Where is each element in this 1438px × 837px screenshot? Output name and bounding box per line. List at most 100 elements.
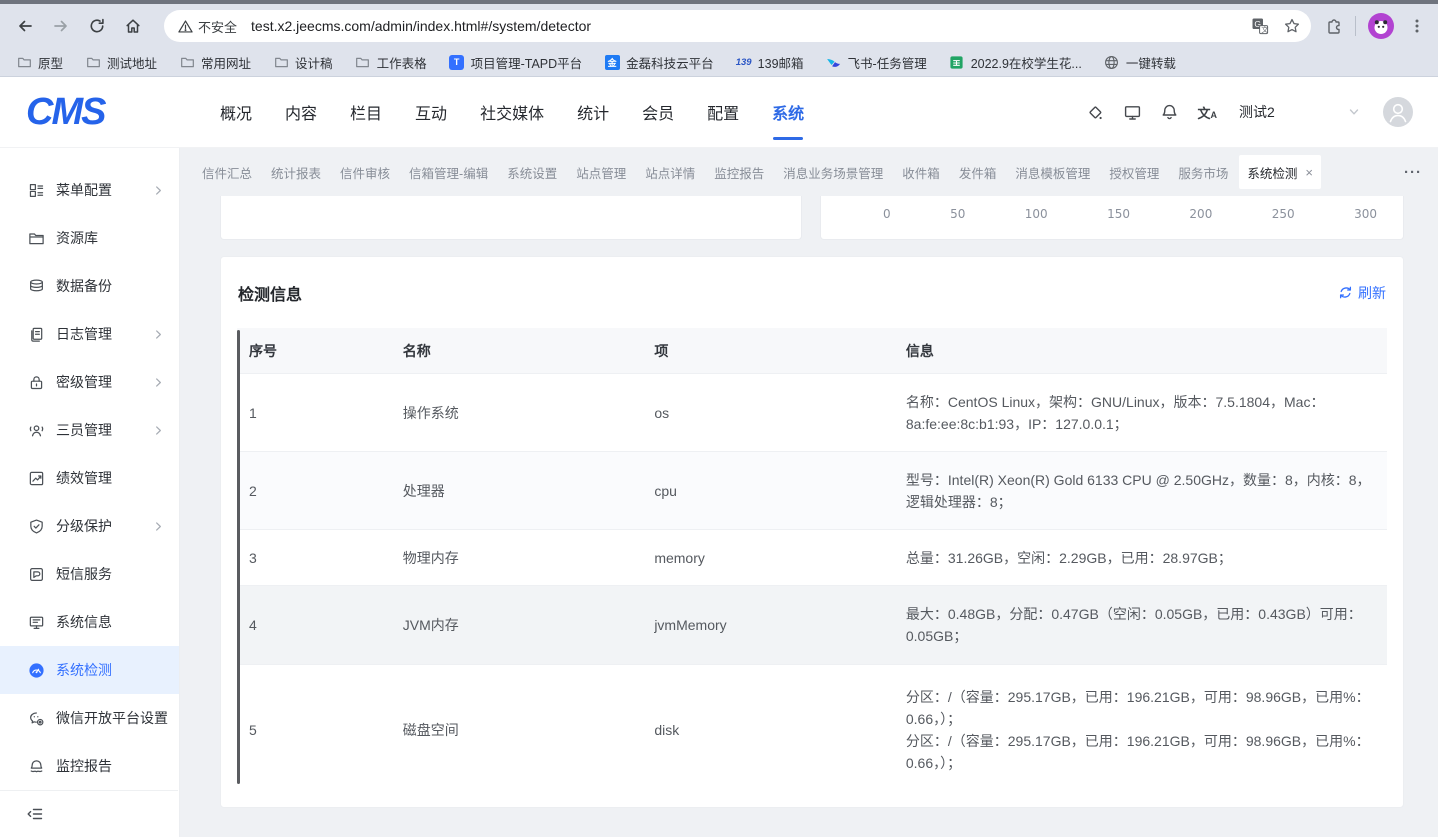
sidebar-item-system-detection[interactable]: 系统检测 — [0, 646, 179, 694]
sidebar-item-security-level[interactable]: 密级管理 — [0, 358, 179, 406]
sidebar-item-log-management[interactable]: 日志管理 — [0, 310, 179, 358]
chevron-right-icon — [152, 376, 165, 389]
browser-profile-avatar[interactable] — [1368, 13, 1394, 39]
close-tab-icon[interactable]: × — [1305, 166, 1313, 179]
sidebar-item-resource-library[interactable]: 资源库 — [0, 214, 179, 262]
sidebar-item-graded-protection[interactable]: 分级保护 — [0, 502, 179, 550]
user-avatar[interactable] — [1383, 97, 1413, 127]
col-header-no: 序号 — [237, 328, 391, 373]
axis-tick: 100 — [1025, 207, 1048, 221]
nav-members[interactable]: 会员 — [642, 94, 674, 130]
tapd-icon: T — [449, 54, 465, 70]
language-translate-icon[interactable]: 文A — [1197, 103, 1217, 122]
browser-toolbar: 不安全 test.x2.jeecms.com/admin/index.html#… — [0, 4, 1438, 48]
browser-actions — [1325, 13, 1426, 39]
table-row-cpu: 2 处理器 cpu 型号：Intel(R) Xeon(R) Gold 6133 … — [237, 451, 1387, 529]
nav-social-media[interactable]: 社交媒体 — [480, 94, 544, 130]
sidebar-item-system-info[interactable]: 系统信息 — [0, 598, 179, 646]
bookmark-tapd[interactable]: T项目管理-TAPD平台 — [449, 53, 583, 72]
tab-message-template[interactable]: 消息模板管理 — [1007, 155, 1098, 189]
forward-icon[interactable] — [52, 17, 70, 35]
tab-authorization[interactable]: 授权管理 — [1101, 155, 1167, 189]
back-icon[interactable] — [16, 17, 34, 35]
refresh-button[interactable]: 刷新 — [1338, 283, 1386, 303]
content-scroll-area: 0 50 100 150 200 250 300 检测信息 刷新 序号 名 — [180, 196, 1438, 837]
table-row-os: 1 操作系统 os 名称：CentOS Linux，架构：GNU/Linux，版… — [237, 373, 1387, 451]
home-icon[interactable] — [124, 17, 142, 35]
folder-icon — [273, 54, 289, 70]
folder-icon — [179, 54, 195, 70]
tab-message-scene[interactable]: 消息业务场景管理 — [775, 155, 891, 189]
spreadsheet-icon — [949, 54, 965, 70]
nav-interaction[interactable]: 互动 — [415, 94, 447, 130]
detection-info-card: 检测信息 刷新 序号 名称 项 信息 1 操作系统 os 名称：CentOS L — [220, 256, 1404, 808]
sidebar-item-sms-service[interactable]: 短信服务 — [0, 550, 179, 598]
sidebar-item-wechat-platform[interactable]: 微信开放平台设置 — [0, 694, 179, 742]
feishu-icon — [826, 54, 842, 70]
table-header-row: 序号 名称 项 信息 — [237, 328, 1387, 373]
chevron-down-icon — [1347, 105, 1361, 119]
header-actions: 文A 测试2 — [1086, 97, 1413, 127]
bookmark-folder[interactable]: 常用网址 — [179, 53, 251, 72]
nav-system[interactable]: 系统 — [772, 94, 804, 130]
bookmark-folder[interactable]: 测试地址 — [85, 53, 157, 72]
bookmark-folder[interactable]: 工作表格 — [355, 53, 427, 72]
sidebar-item-data-backup[interactable]: 数据备份 — [0, 262, 179, 310]
address-bar[interactable]: 不安全 test.x2.jeecms.com/admin/index.html#… — [164, 10, 1311, 42]
url-text[interactable]: test.x2.jeecms.com/admin/index.html#/sys… — [251, 18, 1237, 34]
translate-page-icon[interactable]: G文 — [1251, 17, 1269, 35]
bookmark-folder[interactable]: 设计稿 — [273, 53, 333, 72]
tab-inbox[interactable]: 收件箱 — [894, 155, 948, 189]
tab-mailbox-edit[interactable]: 信箱管理-编辑 — [401, 155, 496, 189]
bookmarks-bar: 原型 测试地址 常用网址 设计稿 工作表格 T项目管理-TAPD平台 金金磊科技… — [0, 48, 1438, 77]
toolbar-separator — [1355, 16, 1356, 36]
tab-outbox[interactable]: 发件箱 — [951, 155, 1005, 189]
tab-service-market[interactable]: 服务市场 — [1170, 155, 1236, 189]
bookmark-139-mail[interactable]: 139139邮箱 — [736, 53, 804, 72]
nav-columns[interactable]: 栏目 — [350, 94, 382, 130]
sidebar-item-performance[interactable]: 绩效管理 — [0, 454, 179, 502]
tab-bar: 信件汇总 统计报表 信件审核 信箱管理-编辑 系统设置 站点管理 站点详情 监控… — [180, 148, 1438, 196]
chart-card-left-clipped — [220, 196, 802, 240]
detection-table: 序号 名称 项 信息 1 操作系统 os 名称：CentOS Linux，架构：… — [237, 328, 1387, 795]
tab-system-settings[interactable]: 系统设置 — [499, 155, 565, 189]
tab-statistics-report[interactable]: 统计报表 — [263, 155, 329, 189]
sidebar-item-three-admins[interactable]: 三员管理 — [0, 406, 179, 454]
clear-cache-diamond-icon[interactable] — [1086, 103, 1105, 122]
reload-icon[interactable] — [88, 17, 106, 35]
col-header-key: 项 — [642, 328, 894, 373]
more-tabs-icon[interactable]: ··· — [1404, 164, 1422, 181]
collapse-sidebar-icon[interactable] — [26, 805, 44, 823]
tab-site-management[interactable]: 站点管理 — [568, 155, 634, 189]
bookmark-star-icon[interactable] — [1283, 17, 1301, 35]
bookmark-feishu[interactable]: 飞书-任务管理 — [826, 53, 927, 72]
globe-icon — [1104, 54, 1120, 70]
site-select[interactable]: 测试2 — [1239, 102, 1361, 122]
bookmark-spreadsheet[interactable]: 2022.9在校学生花... — [949, 53, 1082, 72]
table-scrollbar[interactable] — [237, 330, 240, 784]
nav-overview[interactable]: 概况 — [220, 94, 252, 130]
sidebar-item-menu-config[interactable]: 菜单配置 — [0, 166, 179, 214]
shield-check-icon — [28, 518, 45, 535]
chrome-menu-icon[interactable] — [1408, 17, 1426, 35]
notification-bell-icon[interactable] — [1160, 103, 1179, 122]
bookmark-globe[interactable]: 一键转载 — [1104, 53, 1176, 72]
nav-statistics[interactable]: 统计 — [577, 94, 609, 130]
nav-content[interactable]: 内容 — [285, 94, 317, 130]
sidebar-item-monitor-report[interactable]: 监控报告 — [0, 742, 179, 790]
security-badge[interactable]: 不安全 — [198, 17, 237, 36]
tab-monitor-report[interactable]: 监控报告 — [706, 155, 772, 189]
nav-config[interactable]: 配置 — [707, 94, 739, 130]
folder-icon — [28, 230, 45, 247]
chevron-right-icon — [152, 424, 165, 437]
tab-system-detection[interactable]: 系统检测× — [1239, 155, 1321, 189]
extensions-puzzle-icon[interactable] — [1325, 17, 1343, 35]
axis-tick: 0 — [883, 207, 891, 221]
bookmark-jinlei[interactable]: 金金磊科技云平台 — [604, 53, 714, 72]
axis-tick: 200 — [1189, 207, 1212, 221]
tab-letter-review[interactable]: 信件审核 — [332, 155, 398, 189]
screen-monitor-icon[interactable] — [1123, 103, 1142, 122]
tab-letter-summary[interactable]: 信件汇总 — [194, 155, 260, 189]
tab-site-details[interactable]: 站点详情 — [637, 155, 703, 189]
bookmark-folder[interactable]: 原型 — [16, 53, 63, 72]
